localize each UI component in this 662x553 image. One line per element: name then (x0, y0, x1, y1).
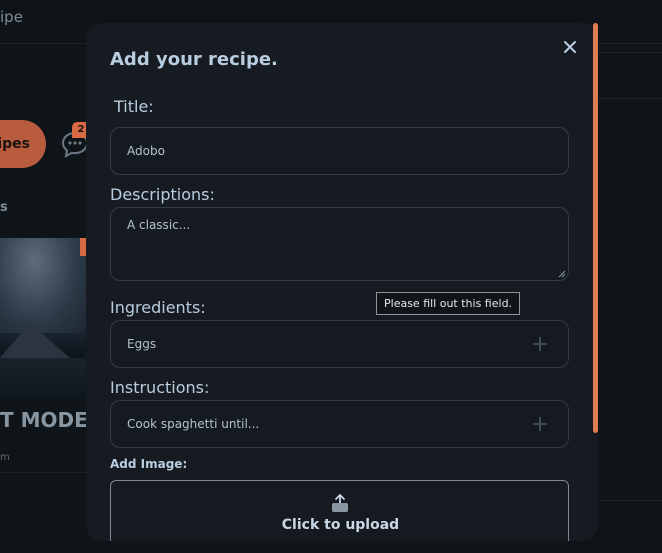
card-meta: m (0, 452, 10, 463)
card-sky (0, 238, 86, 333)
instructions-label: Instructions: (110, 378, 210, 397)
upload-icon (332, 494, 348, 512)
add-instruction-plus-icon[interactable] (532, 416, 548, 432)
card-mountain (0, 323, 70, 358)
modal-title: Add your recipe. (110, 49, 278, 70)
ingredients-input[interactable]: Eggs (110, 320, 569, 368)
card-water (0, 358, 86, 398)
validation-tooltip: Please fill out this field. (376, 292, 521, 315)
card-title: T MODE (0, 408, 88, 432)
ingredients-label: Ingredients: (110, 298, 206, 317)
ingredients-input-value: Eggs (127, 337, 157, 351)
card-divider (0, 472, 86, 473)
add-recipe-modal: Add your recipe. Title: Adobo Descriptio… (86, 23, 598, 541)
recipe-card-image[interactable] (0, 238, 86, 398)
image-upload-dropzone[interactable]: Click to upload (110, 480, 569, 541)
add-image-label: Add Image: (110, 457, 188, 471)
app-title: ipe (0, 8, 23, 26)
app-subbar (598, 52, 662, 99)
page-divider (598, 500, 662, 501)
resize-handle-icon[interactable] (558, 270, 566, 278)
upload-text: Click to upload (281, 517, 400, 533)
section-heading: s (0, 200, 8, 215)
recipes-tab-button[interactable]: ipes (0, 120, 46, 168)
recipes-tab-label: ipes (0, 136, 30, 152)
modal-scrollbar[interactable] (593, 23, 598, 433)
instructions-input[interactable]: Cook spaghetti until... (110, 400, 569, 448)
close-button[interactable] (560, 37, 580, 57)
title-label: Title: (114, 97, 154, 116)
description-label: Descriptions: (110, 185, 215, 204)
description-textarea[interactable]: A classic... (110, 207, 569, 281)
description-textarea-value: A classic... (127, 218, 191, 232)
title-input[interactable]: Adobo (110, 127, 569, 175)
close-icon (564, 41, 576, 53)
add-ingredient-plus-icon[interactable] (532, 336, 548, 352)
title-input-value: Adobo (127, 144, 165, 158)
instructions-input-value: Cook spaghetti until... (127, 417, 260, 431)
